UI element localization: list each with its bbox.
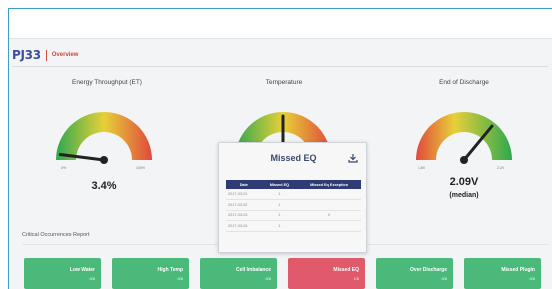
- tile-missed-eq[interactable]: Missed EQ 1/6: [288, 258, 365, 289]
- table-header-row: Date Missed EQ Missed Eq Exception: [226, 180, 361, 189]
- tile-count: 0/6: [441, 276, 447, 281]
- column-header-missed-eq[interactable]: Missed EQ: [261, 180, 298, 189]
- gauge-value-end-of-discharge: 2.09V: [449, 176, 479, 188]
- column-header-exception[interactable]: Missed Eq Exception: [297, 180, 361, 189]
- gauge-needle-hub: [460, 156, 468, 164]
- table-cell: 1: [261, 199, 298, 211]
- tile-count: 0/6: [177, 276, 183, 281]
- tile-missed-plugin[interactable]: Missed Plugin 0/6: [464, 258, 541, 289]
- missed-eq-table: Date Missed EQ Missed Eq Exception 2017-…: [226, 180, 361, 232]
- header-separator: [45, 49, 47, 61]
- tile-count: 0/6: [89, 276, 95, 281]
- table-row: 2017-03-03 1 0: [226, 210, 361, 222]
- modal-title: Missed EQ: [270, 153, 317, 163]
- gauge-end-of-discharge: [416, 112, 512, 164]
- header-divider: [12, 66, 548, 67]
- table-cell: [297, 199, 361, 211]
- tile-count: 0/6: [265, 276, 271, 281]
- table-cell: 1: [261, 189, 298, 201]
- gauge-energy-throughput: [56, 112, 152, 164]
- column-header-date[interactable]: Date: [226, 180, 262, 189]
- page-subtitle: Overview: [51, 52, 79, 58]
- table-row: 2017-03-04 1: [226, 220, 361, 232]
- tile-label: Cell Imbalance: [235, 267, 271, 273]
- tile-label: Missed EQ: [333, 267, 359, 273]
- download-icon[interactable]: [348, 153, 358, 163]
- gauge-title-temperature: Temperature: [265, 79, 303, 86]
- page-header: PJ33 Overview: [12, 48, 78, 62]
- tile-over-discharge[interactable]: Over Discharge 0/6: [376, 258, 453, 289]
- table-row: 2017-03-02 1: [226, 199, 361, 211]
- brand-logo[interactable]: PJ33: [12, 48, 41, 62]
- tile-label: Over Discharge: [410, 267, 447, 273]
- table-cell: [297, 189, 361, 201]
- gauge-subvalue-median: (median): [449, 192, 479, 199]
- table-cell: 0: [297, 210, 361, 222]
- tile-label: Missed Plugin: [501, 267, 535, 273]
- tile-label: Low Water: [69, 267, 95, 273]
- tile-label: High Temp: [157, 267, 183, 273]
- table-cell: 2017-03-02: [226, 199, 262, 211]
- missed-eq-modal[interactable]: Missed EQ Date Missed EQ Missed Eq Excep…: [218, 142, 367, 253]
- table-row: 2017-03-01 1: [226, 189, 361, 201]
- gauge-max-label: 100%: [136, 166, 145, 170]
- gauge-min-label: 1.8V: [418, 166, 426, 170]
- tile-high-temp[interactable]: High Temp 0/6: [112, 258, 189, 289]
- gauge-min-label: 0%: [61, 166, 67, 170]
- gauge-value-energy: 3.4%: [91, 180, 117, 192]
- gauge-needle-hub: [100, 156, 108, 164]
- tile-low-water[interactable]: Low Water 0/6: [24, 258, 101, 289]
- tile-count: 0/6: [529, 276, 535, 281]
- report-title: Critical Occurrences Report: [22, 232, 90, 238]
- table-cell: 1: [261, 220, 298, 232]
- gauge-title-energy: Energy Throughput (ET): [72, 79, 142, 86]
- table-cell: 2017-03-04: [226, 220, 262, 232]
- table-cell: 2017-03-03: [226, 210, 262, 222]
- table-cell: [297, 220, 361, 232]
- tile-count: 1/6: [353, 276, 359, 281]
- table-cell: 1: [261, 210, 298, 222]
- tile-cell-imbalance[interactable]: Cell Imbalance 0/6: [200, 258, 277, 289]
- table-cell: 2017-03-01: [226, 189, 262, 201]
- gauge-title-end-of-discharge: End of Discharge: [439, 79, 489, 86]
- gauge-max-label: 2.2V: [497, 166, 505, 170]
